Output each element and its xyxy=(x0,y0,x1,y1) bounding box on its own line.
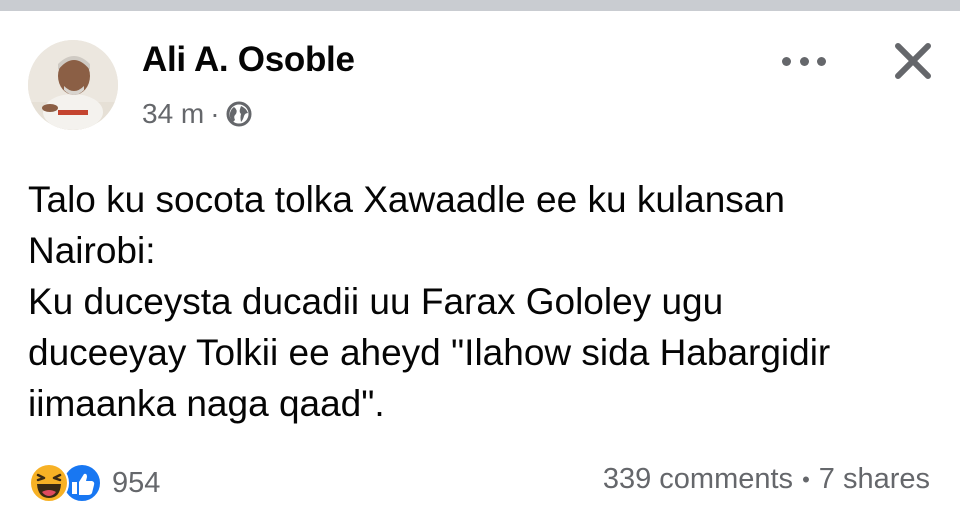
globe-icon[interactable] xyxy=(226,101,252,127)
reactions-summary[interactable]: 954 xyxy=(28,462,160,504)
post-time[interactable]: 34 m xyxy=(142,98,204,130)
author-name[interactable]: Ali A. Osoble xyxy=(142,40,355,80)
close-icon[interactable] xyxy=(890,38,936,84)
post-text-line: Ku duceysta ducadii uu Farax Gololey ugu xyxy=(28,281,724,322)
post-text-line: Talo ku socota tolka Xawaadle ee ku kula… xyxy=(28,179,785,220)
reaction-icons xyxy=(28,462,104,504)
reaction-count: 954 xyxy=(112,466,161,499)
post-text-line: Nairobi: xyxy=(28,230,156,271)
comments-count[interactable]: 339 comments xyxy=(603,463,793,496)
post-meta: 34 m · xyxy=(142,98,252,130)
meta-separator: · xyxy=(210,98,220,129)
haha-icon xyxy=(29,463,69,503)
top-divider-bar xyxy=(0,0,960,11)
more-dot xyxy=(782,56,791,66)
shares-count[interactable]: 7 shares xyxy=(819,463,930,496)
more-dot xyxy=(799,56,809,66)
stats-separator: • xyxy=(802,466,810,492)
more-dot xyxy=(817,56,826,66)
post-text: Talo ku socota tolka Xawaadle ee ku kula… xyxy=(28,174,928,429)
more-options-icon[interactable] xyxy=(782,46,826,76)
profile-photo xyxy=(28,40,118,130)
post-text-line: iimaanka naga qaad". xyxy=(28,383,385,424)
post-text-line: duceeyay Tolkii ee aheyd "Ilahow sida Ha… xyxy=(28,332,831,373)
post-stats: 339 comments • 7 shares xyxy=(603,463,930,496)
avatar[interactable] xyxy=(28,40,118,130)
